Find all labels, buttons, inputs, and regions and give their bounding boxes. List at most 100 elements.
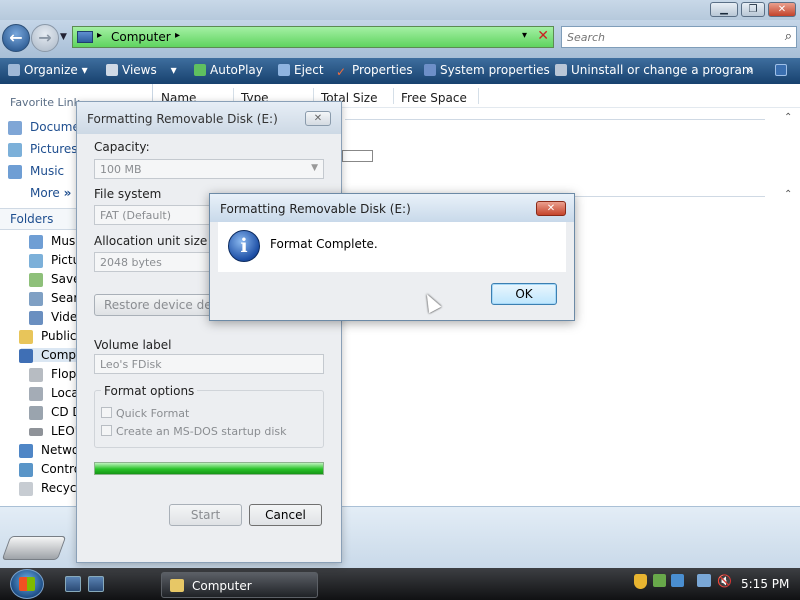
command-bar: Organize ▾ Views ▾ AutoPlay Eject ✓ Prope…	[0, 58, 800, 84]
organize-label: Organize	[24, 63, 78, 77]
start-button[interactable]	[10, 569, 44, 599]
system-icon	[424, 64, 436, 76]
eject-button[interactable]: Eject	[278, 63, 324, 80]
format-dialog-close-button[interactable]: ✕	[305, 111, 331, 126]
column-divider[interactable]	[478, 88, 479, 104]
format-dialog: Formatting Removable Disk (E:) ✕ Capacit…	[76, 101, 342, 563]
local-disk-icon	[29, 387, 43, 401]
favorite-links-more[interactable]: More »	[30, 186, 71, 200]
column-free-space[interactable]: Free Space	[401, 91, 467, 105]
stop-icon[interactable]: ✕	[537, 28, 549, 44]
close-button[interactable]: ✕	[768, 2, 796, 17]
message-text: Format Complete.	[270, 237, 378, 251]
switch-windows-icon[interactable]	[88, 576, 104, 592]
breadcrumb-arrow-icon[interactable]: ▸	[97, 30, 102, 41]
search-icon[interactable]: ⌕	[785, 29, 792, 44]
tree-item[interactable]: Sear	[29, 291, 78, 306]
tree-item[interactable]: LEO'	[29, 424, 79, 438]
tree-item[interactable]: Pictu	[29, 253, 80, 268]
organize-button[interactable]: Organize ▾	[8, 63, 88, 80]
tree-item[interactable]: Loca	[29, 386, 79, 401]
address-location[interactable]: Computer	[111, 30, 171, 44]
format-complete-message-box: Formatting Removable Disk (E:) ✕ i Forma…	[209, 193, 575, 321]
tray-app-icon[interactable]	[671, 574, 684, 592]
tree-item[interactable]: Vide	[29, 310, 77, 325]
system-properties-button[interactable]: System properties	[424, 63, 550, 80]
capacity-label: Capacity:	[94, 140, 150, 154]
msdos-startup-checkbox[interactable]: Create an MS-DOS startup disk	[101, 425, 287, 438]
network-icon	[19, 444, 33, 458]
dropdown-arrow-icon: ▼	[311, 163, 318, 173]
autoplay-button[interactable]: AutoPlay	[194, 63, 263, 80]
search-input[interactable]	[562, 27, 762, 47]
forward-button[interactable]: →	[31, 24, 59, 52]
more-chevron-icon: »	[63, 186, 72, 200]
start-button[interactable]: Start	[169, 504, 242, 526]
message-box-title: Formatting Removable Disk (E:)	[220, 202, 411, 216]
network-icon[interactable]	[697, 574, 711, 592]
format-progress-fill	[95, 463, 323, 474]
safely-remove-hardware-icon[interactable]	[653, 574, 666, 592]
allocation-unit-label: Allocation unit size	[94, 234, 208, 248]
removable-disk-image	[1, 536, 67, 560]
properties-label: Properties	[352, 63, 413, 77]
address-dropdown-icon[interactable]: ▾	[522, 30, 527, 41]
tree-item[interactable]: Mus	[29, 234, 75, 249]
documents-icon	[8, 121, 22, 135]
overflow-icon: »	[746, 63, 754, 77]
favorite-link-pictures[interactable]: Pictures	[30, 142, 78, 156]
volume-muted-icon[interactable]: 🔇	[717, 574, 732, 592]
removable-drive-icon	[29, 428, 43, 436]
security-shield-icon[interactable]	[634, 574, 647, 592]
pictures-icon	[8, 143, 22, 157]
tree-item-label: Comp	[41, 348, 77, 362]
help-button[interactable]	[775, 63, 791, 80]
properties-button[interactable]: ✓ Properties	[336, 63, 413, 80]
collapse-group-icon[interactable]: ⌃	[784, 112, 792, 123]
tree-item[interactable]: Contro	[19, 462, 81, 477]
folder-icon	[170, 579, 184, 592]
drive-capacity-bar	[342, 150, 373, 162]
favorite-link-music[interactable]: Music	[30, 164, 64, 178]
views-icon	[106, 64, 118, 76]
saved-games-icon	[29, 273, 43, 287]
capacity-select[interactable]: 100 MB ▼	[94, 159, 324, 179]
volume-label-label: Volume label	[94, 338, 172, 352]
ok-button[interactable]: OK	[491, 283, 557, 305]
quick-format-checkbox[interactable]: Quick Format	[101, 407, 189, 420]
column-divider[interactable]	[393, 88, 394, 104]
clock[interactable]: 5:15 PM	[741, 577, 789, 591]
message-box-close-button[interactable]: ✕	[536, 201, 566, 216]
checkbox-icon	[101, 407, 112, 418]
tree-item[interactable]: Save	[29, 272, 80, 287]
taskbar-button-computer[interactable]: Computer	[161, 572, 318, 598]
tree-item-label: Flop	[51, 367, 77, 381]
collapse-group-icon[interactable]: ⌃	[784, 189, 792, 200]
address-field[interactable]: ▸ Computer ▸ ▾ ✕	[72, 26, 554, 48]
cancel-button[interactable]: Cancel	[249, 504, 322, 526]
tree-item[interactable]: CD D	[29, 405, 82, 420]
organize-icon	[8, 64, 20, 76]
minimize-button[interactable]: ▁	[710, 2, 738, 17]
uninstall-button[interactable]: Uninstall or change a program	[555, 63, 754, 80]
toolbar-overflow-button[interactable]: »	[746, 63, 753, 80]
folder-icon	[19, 330, 33, 344]
tree-item-label: LEO'	[51, 424, 79, 438]
file-system-value: FAT (Default)	[100, 209, 171, 222]
volume-label-input[interactable]: Leo's FDisk	[94, 354, 324, 374]
tree-item[interactable]: Netwo	[19, 443, 79, 458]
views-button[interactable]: Views ▾	[106, 63, 177, 80]
recent-pages-dropdown-icon[interactable]: ▼	[60, 32, 67, 42]
favorite-link-documents[interactable]: Docume	[30, 120, 80, 134]
tree-item[interactable]: Recycl	[19, 481, 80, 496]
quick-format-label: Quick Format	[116, 407, 190, 420]
show-desktop-icon[interactable]	[65, 576, 81, 592]
back-button[interactable]: ←	[2, 24, 30, 52]
tree-item[interactable]: Flop	[29, 367, 77, 382]
cd-drive-icon	[29, 406, 43, 420]
maximize-button[interactable]: ❐	[741, 2, 765, 17]
search-box[interactable]: ⌕	[561, 26, 797, 48]
tree-item[interactable]: Public	[19, 329, 77, 344]
recycle-bin-icon	[19, 482, 33, 496]
breadcrumb-arrow-icon[interactable]: ▸	[175, 30, 180, 41]
